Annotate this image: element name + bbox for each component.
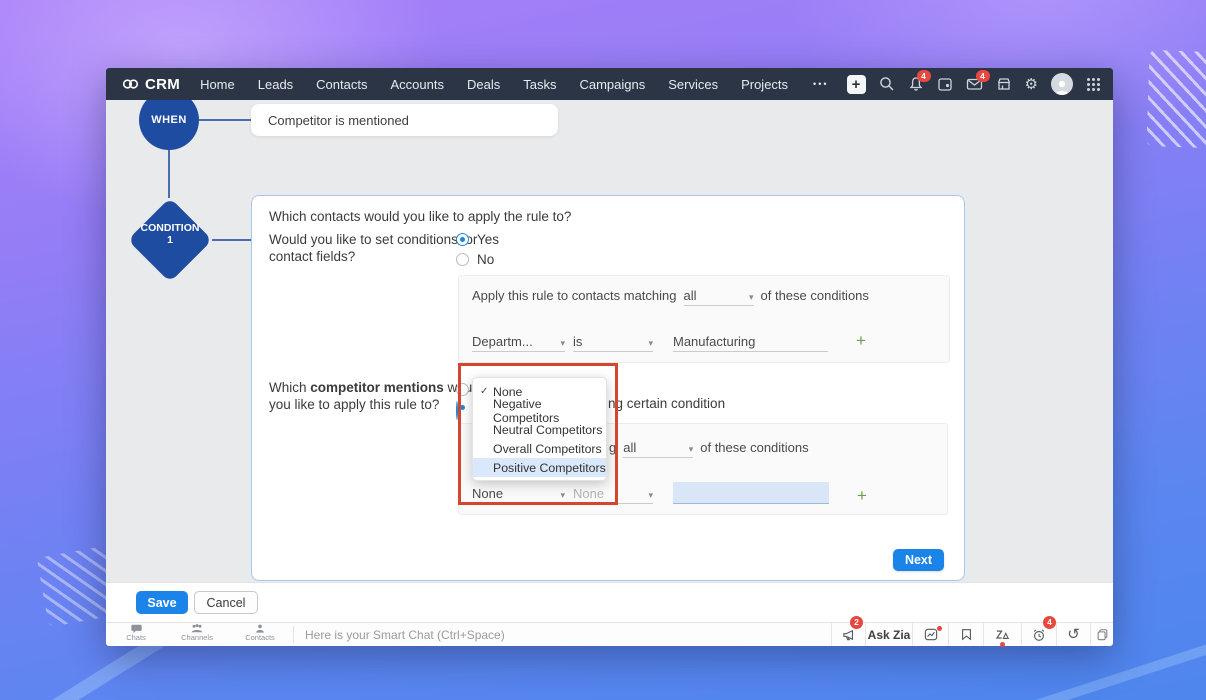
top-navbar: CRM Home Leads Contacts Accounts Deals T… xyxy=(106,68,1113,100)
channels-button[interactable]: Channels xyxy=(175,624,219,642)
user-avatar[interactable] xyxy=(1051,73,1073,95)
nav-menu: Home Leads Contacts Accounts Deals Tasks… xyxy=(200,77,828,92)
chats-button[interactable]: Chats xyxy=(114,624,158,642)
when-node[interactable]: WHEN xyxy=(139,100,199,150)
value-input[interactable]: Manufacturing xyxy=(673,334,828,352)
announcements-megaphone-icon[interactable]: 2 xyxy=(831,623,865,646)
nav-item-accounts[interactable]: Accounts xyxy=(390,77,443,92)
radio-yes-label: Yes xyxy=(477,232,499,247)
search-icon[interactable] xyxy=(879,76,895,92)
radio-no-control[interactable] xyxy=(456,253,469,266)
screenshot-stage: CRM Home Leads Contacts Accounts Deals T… xyxy=(0,0,1206,700)
reminders-badge: 4 xyxy=(1043,616,1056,629)
history-icon[interactable]: ↺ xyxy=(1056,623,1090,646)
add-condition-button[interactable]: + xyxy=(857,487,867,504)
nav-item-contacts[interactable]: Contacts xyxy=(316,77,367,92)
calendar-icon[interactable] xyxy=(937,76,953,92)
annotation-highlight-rectangle xyxy=(458,363,618,505)
marketplace-icon[interactable] xyxy=(996,76,1012,92)
ask-zia-button[interactable]: Ask Zia xyxy=(865,623,912,646)
mail-badge: 4 xyxy=(976,70,990,82)
brand-name: CRM xyxy=(145,76,180,93)
question-set-conditions: Would you like to set conditions for con… xyxy=(269,232,477,265)
field-select[interactable]: Departm... ▾ xyxy=(472,334,565,352)
bell-badge: 4 xyxy=(917,70,931,82)
chevron-down-icon: ▾ xyxy=(648,338,653,349)
zia-icon[interactable] xyxy=(983,623,1021,646)
trigger-card-label: Competitor is mentioned xyxy=(268,113,409,128)
cancel-button[interactable]: Cancel xyxy=(194,591,258,614)
crm-logo[interactable]: CRM xyxy=(122,76,180,93)
divider xyxy=(293,626,294,643)
bookmark-icon[interactable] xyxy=(948,623,983,646)
nav-item-leads[interactable]: Leads xyxy=(258,77,293,92)
match-rule-suffix: of these conditions xyxy=(700,440,808,455)
footer-action-bar: Save Cancel xyxy=(106,582,1113,623)
radio-no[interactable]: No xyxy=(456,252,494,267)
trigger-card[interactable]: Competitor is mentioned xyxy=(251,104,558,136)
next-button[interactable]: Next xyxy=(893,549,944,571)
nav-item-deals[interactable]: Deals xyxy=(467,77,500,92)
save-button[interactable]: Save xyxy=(136,591,188,614)
question-contacts: Which contacts would you like to apply t… xyxy=(269,209,571,224)
when-node-label: WHEN xyxy=(151,114,187,126)
chevron-down-icon: ▾ xyxy=(648,490,653,501)
chevron-down-icon: ▾ xyxy=(689,444,694,455)
condition-node-label: CONDITION 1 xyxy=(120,222,220,246)
match-rule-line: Apply this rule to contacts matching all… xyxy=(472,288,869,306)
operator-select[interactable]: is ▾ xyxy=(573,334,653,352)
nav-item-projects[interactable]: Projects xyxy=(741,77,788,92)
notification-dot xyxy=(1000,642,1005,647)
connector-line xyxy=(199,119,251,121)
radio-mentions-label-fragment: ng certain condition xyxy=(608,396,725,411)
question-competitor-mentions: Which competitor mentions would you like… xyxy=(269,379,483,413)
contact-conditions-box: Apply this rule to contacts matching all… xyxy=(458,275,950,363)
match-rule-prefix: Apply this rule to contacts matching xyxy=(472,288,677,303)
zoho-crm-icon xyxy=(122,77,139,91)
nav-item-home[interactable]: Home xyxy=(200,77,235,92)
add-condition-button[interactable]: + xyxy=(856,332,866,349)
radio-no-label: No xyxy=(477,252,494,267)
nav-more-button[interactable]: ••• xyxy=(813,79,828,89)
crm-app-window: CRM Home Leads Contacts Accounts Deals T… xyxy=(106,68,1113,645)
apps-grid-icon[interactable] xyxy=(1086,77,1101,92)
match-type-select[interactable]: all ▾ xyxy=(623,440,693,458)
radio-yes[interactable]: Yes xyxy=(456,232,499,247)
background-stripes xyxy=(1146,50,1206,150)
copy-icon[interactable] xyxy=(1090,623,1113,646)
mail-icon[interactable]: 4 xyxy=(966,76,983,92)
nav-item-services[interactable]: Services xyxy=(668,77,718,92)
smart-chat-bar: Chats Channels Contacts Here is your Sma… xyxy=(106,622,1113,646)
value-input-focused[interactable] xyxy=(673,482,829,504)
contacts-button[interactable]: Contacts xyxy=(238,624,282,642)
settings-gear-icon[interactable]: ⚙ xyxy=(1025,77,1038,92)
analytics-chart-icon[interactable] xyxy=(912,623,948,646)
notification-dot xyxy=(937,626,942,631)
quick-create-button[interactable]: + xyxy=(847,75,866,94)
nav-item-campaigns[interactable]: Campaigns xyxy=(579,77,645,92)
announcements-badge: 2 xyxy=(850,616,863,629)
notifications-bell-icon[interactable]: 4 xyxy=(908,76,924,92)
chatbar-right-tools: 2 Ask Zia 4 ↺ xyxy=(831,623,1113,646)
nav-item-tasks[interactable]: Tasks xyxy=(523,77,556,92)
flow-builder-canvas: WHEN Competitor is mentioned CONDITION 1… xyxy=(106,100,1113,582)
channels-people-icon xyxy=(191,624,203,633)
match-rule-line: g all ▾ of these conditions xyxy=(609,440,809,458)
match-rule-suffix: of these conditions xyxy=(761,288,869,303)
radio-yes-control[interactable] xyxy=(456,233,469,246)
chevron-down-icon: ▾ xyxy=(560,338,565,349)
connector-line xyxy=(212,239,251,241)
connector-line xyxy=(168,150,170,198)
condition-row: Departm... ▾ is ▾ Manufacturing + xyxy=(472,332,866,352)
chat-bubble-icon xyxy=(131,624,142,633)
reminders-alarm-icon[interactable]: 4 xyxy=(1021,623,1056,646)
nav-right-cluster: + 4 4 ⚙ xyxy=(847,68,1101,100)
match-type-select[interactable]: all ▾ xyxy=(684,288,754,306)
contact-person-icon xyxy=(255,624,265,633)
chevron-down-icon: ▾ xyxy=(749,292,754,303)
smart-chat-input[interactable]: Here is your Smart Chat (Ctrl+Space) xyxy=(305,623,505,646)
